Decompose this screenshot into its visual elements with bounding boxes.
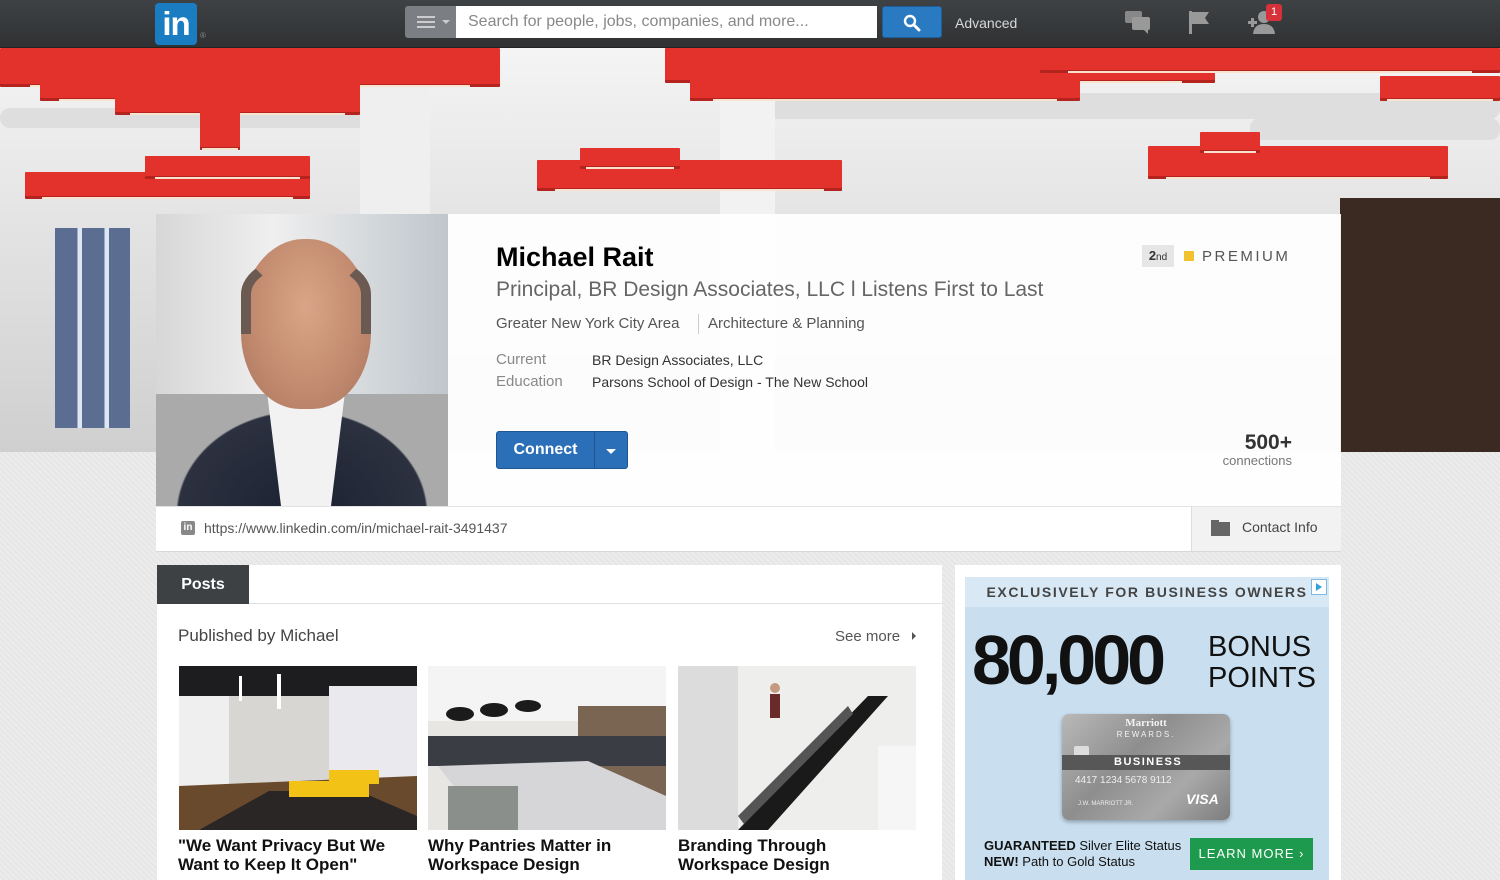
- post-title-line-1: Why Pantries Matter in: [428, 836, 612, 855]
- connection-degree-badge: 2nd: [1142, 245, 1174, 267]
- search-icon: [903, 14, 921, 32]
- linkedin-small-icon: in: [181, 521, 195, 535]
- ad-bonus-line-1: BONUS: [1208, 631, 1312, 663]
- guarantee-bold: GUARANTEED: [984, 838, 1076, 853]
- ad-choices-icon[interactable]: [1311, 579, 1327, 595]
- post-title-line-1: Branding Through: [678, 836, 827, 855]
- post-title[interactable]: Branding Through Workspace Design: [678, 836, 918, 874]
- profile-industry[interactable]: Architecture & Planning: [708, 315, 865, 332]
- new-bold: NEW!: [984, 854, 1019, 869]
- education-school-link[interactable]: Parsons School of Design - The New Schoo…: [592, 374, 868, 390]
- post-thumbnail[interactable]: [428, 666, 666, 830]
- premium-label: PREMIUM: [1202, 248, 1291, 265]
- guarantee-rest: Silver Elite Status: [1075, 838, 1182, 853]
- post-thumbnail[interactable]: [179, 666, 417, 830]
- card-holder: J.W. MARRIOTT JR.: [1078, 801, 1134, 807]
- connect-button[interactable]: Connect: [497, 432, 594, 468]
- ad-bonus-line-2: POINTS: [1208, 662, 1316, 694]
- linkedin-logo[interactable]: in: [155, 3, 197, 45]
- see-more-link[interactable]: See more: [835, 628, 900, 645]
- chevron-down-icon: [442, 20, 450, 24]
- ad-points-number: 80,000: [972, 621, 1166, 699]
- new-rest: Path to Gold Status: [1018, 854, 1136, 869]
- degree-number: 2: [1148, 248, 1157, 263]
- divider: [698, 314, 699, 334]
- current-company-link[interactable]: BR Design Associates, LLC: [592, 352, 763, 368]
- profile-name: Michael Rait: [496, 242, 654, 272]
- published-by-heading: Published by Michael: [178, 626, 339, 645]
- search-input[interactable]: [456, 6, 877, 38]
- premium-icon: [1184, 251, 1194, 261]
- contact-info-label[interactable]: Contact Info: [1242, 519, 1318, 535]
- education-label: Education: [496, 373, 563, 390]
- learn-more-button[interactable]: LEARN MORE ›: [1190, 838, 1313, 870]
- connections-label: connections: [1222, 453, 1292, 468]
- card-rewards: REWARDS.: [1116, 730, 1176, 739]
- tab-posts[interactable]: Posts: [157, 565, 249, 604]
- card-brand: Marriott: [1125, 717, 1167, 729]
- visa-logo: VISA: [1186, 791, 1219, 807]
- profile-headline: Principal, BR Design Associates, LLC l L…: [496, 278, 1044, 301]
- post-thumbnail[interactable]: [678, 666, 916, 830]
- advanced-search-link[interactable]: Advanced: [955, 15, 1017, 31]
- chevron-right-icon: [912, 632, 916, 640]
- ad-header: EXCLUSIVELY FOR BUSINESS OWNERS: [965, 577, 1329, 607]
- divider: [249, 603, 942, 604]
- search-button[interactable]: [882, 6, 942, 38]
- post-title[interactable]: "We Want Privacy But We Want to Keep It O…: [178, 836, 418, 874]
- menu-icon: [417, 16, 435, 28]
- card-business-label: BUSINESS: [1114, 756, 1183, 768]
- public-profile-url[interactable]: https://www.linkedin.com/in/michael-rait…: [204, 520, 507, 536]
- card-business-strip: BUSINESS: [1062, 755, 1230, 770]
- card-number: 4417 1234 5678 9112: [1075, 775, 1172, 786]
- flag-icon[interactable]: [1187, 9, 1211, 35]
- connect-button-group: Connect: [496, 431, 628, 469]
- messages-icon[interactable]: [1124, 9, 1151, 35]
- profile-location[interactable]: Greater New York City Area: [496, 315, 679, 332]
- connect-dropdown-chevron-down-icon[interactable]: [595, 432, 628, 468]
- menu-button[interactable]: [405, 6, 456, 38]
- notification-badge: 1: [1266, 4, 1282, 21]
- current-label: Current: [496, 351, 547, 368]
- registered-mark: ®: [200, 31, 206, 40]
- connections-count: 500+: [1244, 431, 1292, 454]
- post-title-line-1: "We Want Privacy But We: [178, 836, 386, 855]
- ad-guarantee-text: GUARANTEED Silver Elite Status NEW! Path…: [984, 838, 1181, 870]
- post-title[interactable]: Why Pantries Matter in Workspace Design: [428, 836, 668, 874]
- profile-photo[interactable]: [156, 214, 448, 506]
- post-title-line-2: Workspace Design: [428, 855, 580, 874]
- degree-suffix: nd: [1156, 252, 1168, 263]
- ad-bonus-text: BONUS POINTS: [1208, 632, 1316, 694]
- post-title-line-2: Want to Keep It Open": [178, 855, 358, 874]
- post-title-line-2: Workspace Design: [678, 855, 830, 874]
- top-navigation-bar: in ® Advanced 1: [0, 0, 1500, 48]
- contact-card-icon: [1211, 520, 1230, 536]
